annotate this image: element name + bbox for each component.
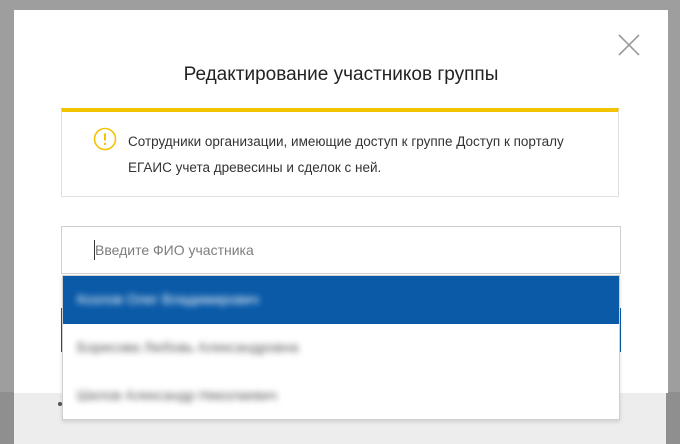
suggestion-label: Козлов Олег Владимирович [77,291,260,307]
suggestion-option[interactable]: Козлов Олег Владимирович [63,276,619,324]
warning-icon [93,127,117,151]
suggestion-label: Борисова Любовь Александровна [77,339,299,355]
modal-title: Редактирование участников группы [183,64,499,85]
suggestion-label: Шилов Александр Николаевич [77,387,278,403]
suggestions-dropdown: Козлов Олег Владимирович Борисова Любовь… [62,275,620,420]
close-icon[interactable] [617,33,641,57]
suggestion-option[interactable]: Борисова Любовь Александровна [63,324,619,372]
notice-text: Сотрудники организации, имеющие доступ к… [128,134,564,175]
suggestion-option[interactable]: Шилов Александр Николаевич [63,372,619,420]
text-cursor [94,240,95,260]
info-notice: Сотрудники организации, имеющие доступ к… [61,108,619,197]
participant-search-input[interactable] [61,226,621,274]
